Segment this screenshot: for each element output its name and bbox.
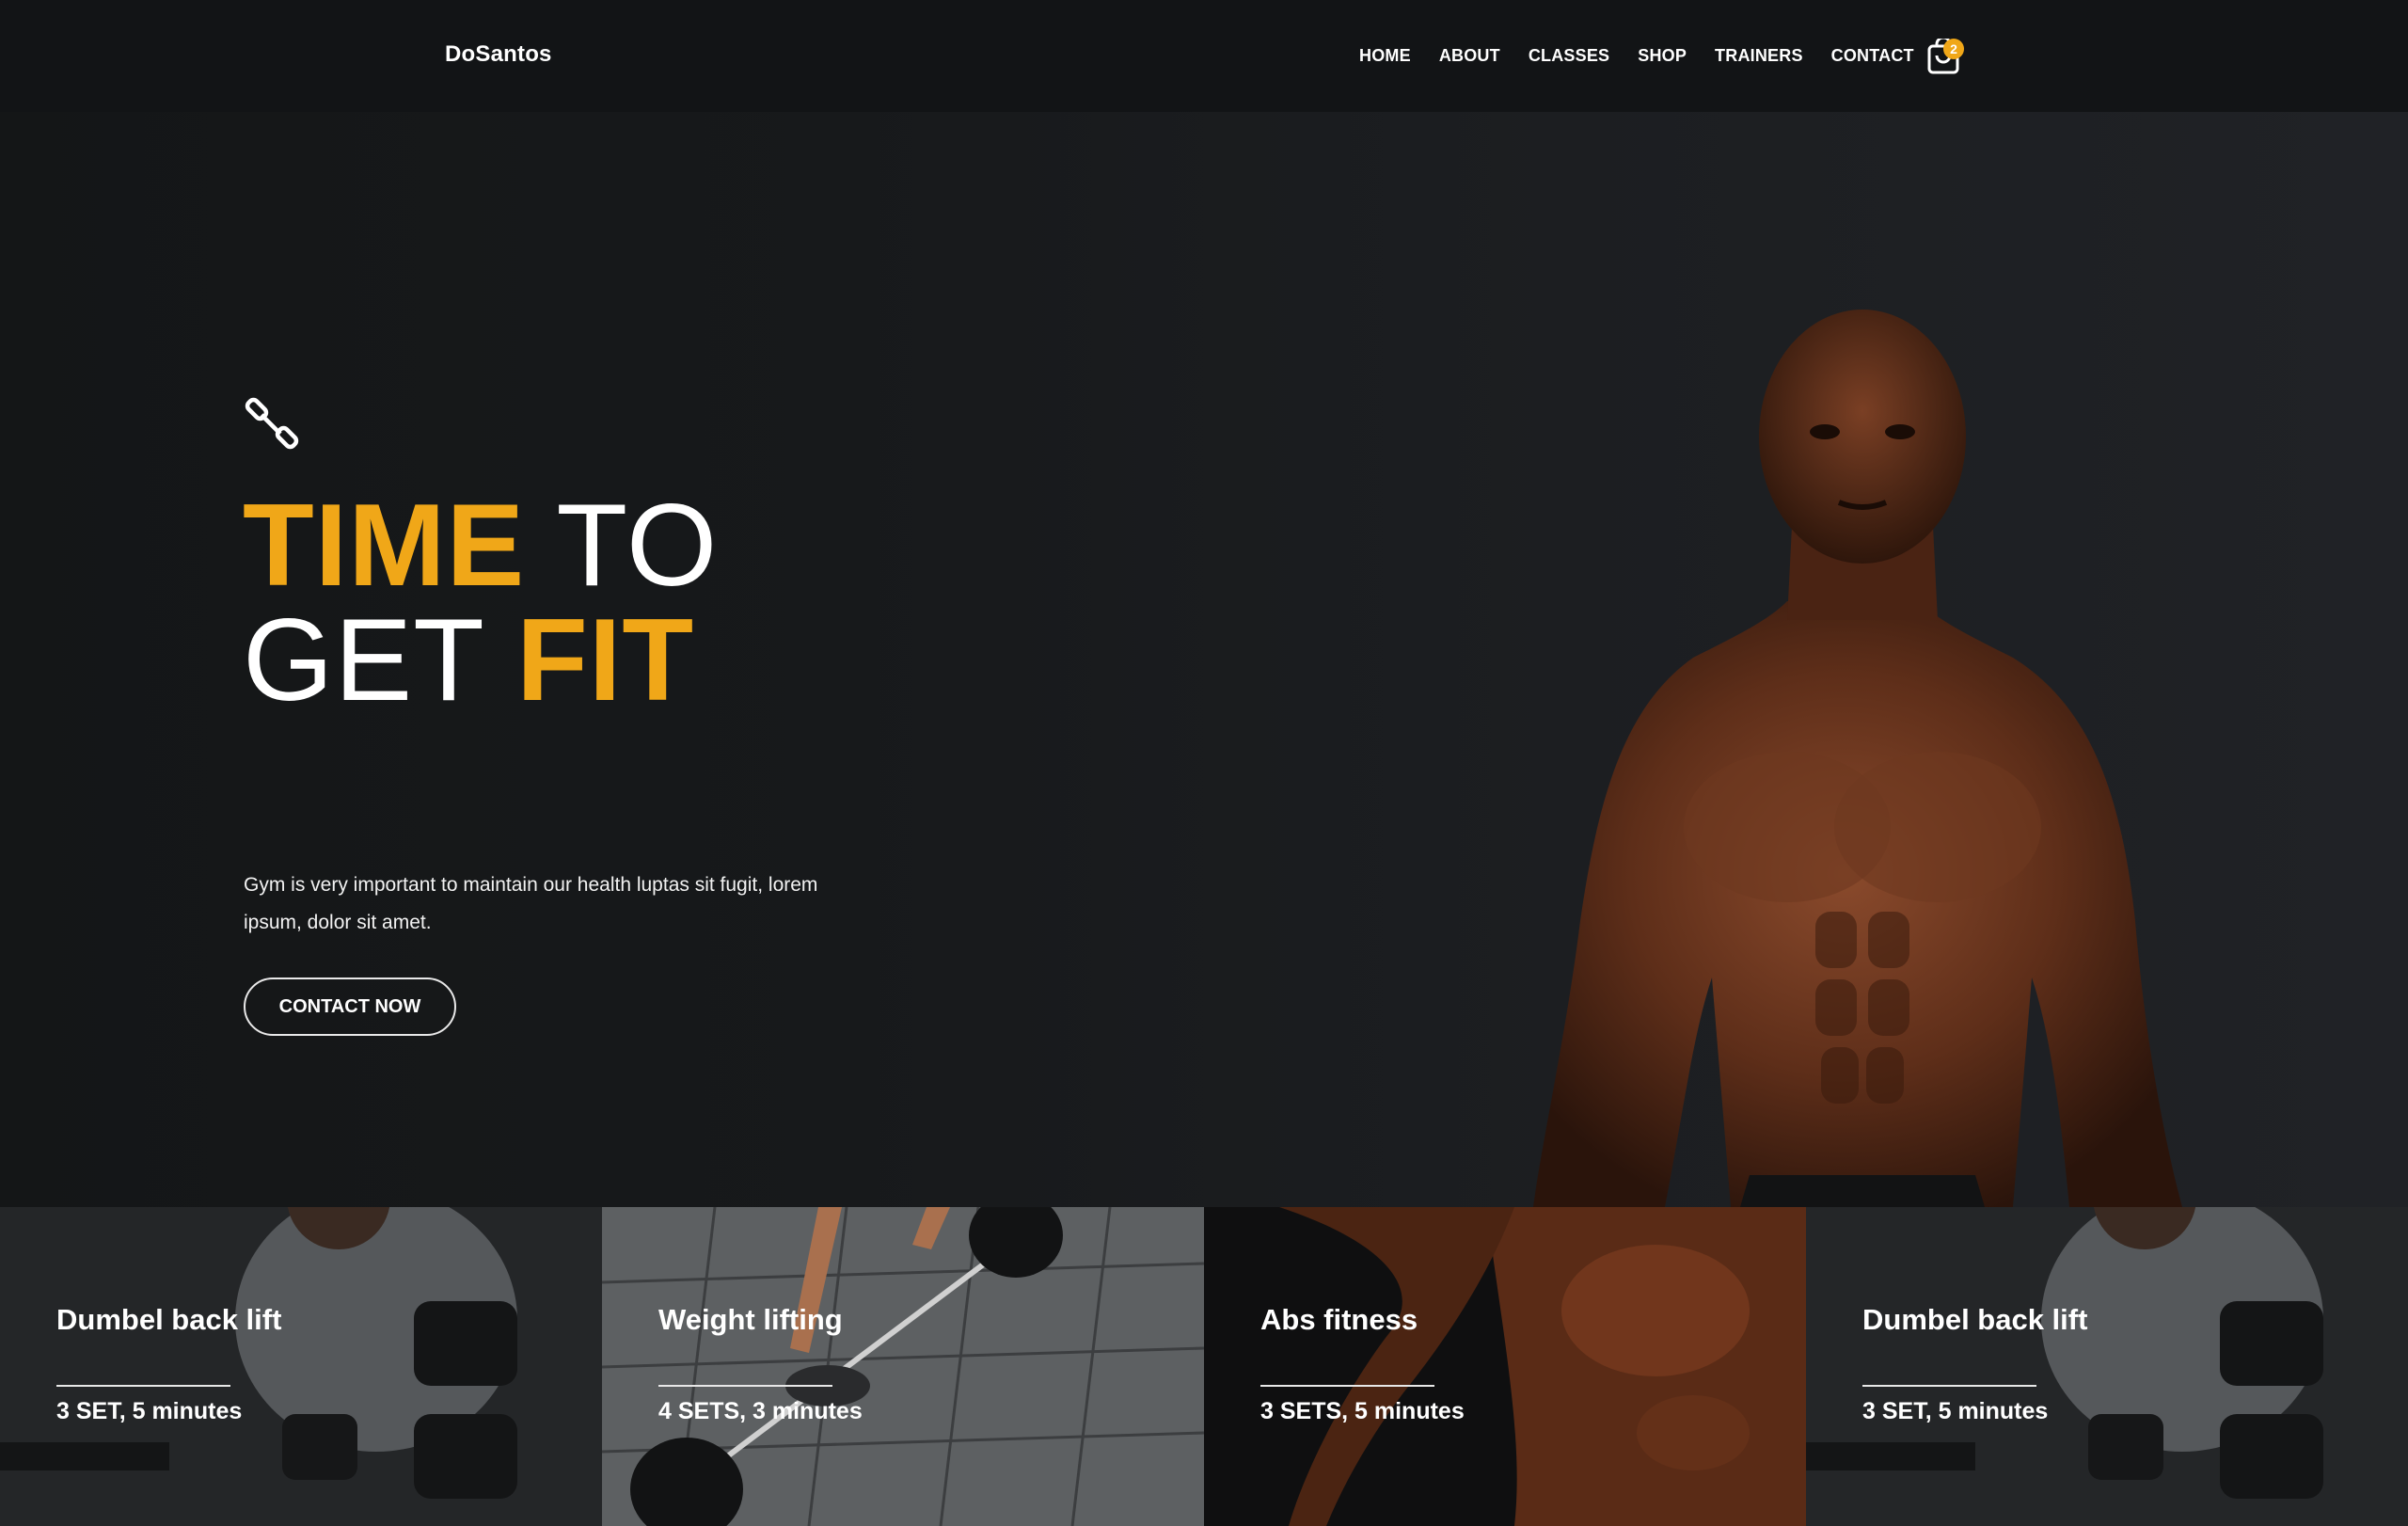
nav-trainers[interactable]: TRAINERS <box>1715 46 1803 66</box>
workout-card[interactable]: Abs fitness 3 SETS, 5 minutes <box>1204 1207 1806 1526</box>
workout-card[interactable]: Dumbel back lift 3 SET, 5 minutes <box>0 1207 602 1526</box>
workout-cards: Dumbel back lift 3 SET, 5 minutes Weight… <box>0 1207 2408 1526</box>
hero-headline: TIME TO GET FIT <box>243 487 718 719</box>
nav-shop[interactable]: SHOP <box>1638 46 1687 66</box>
cart-count-badge: 2 <box>1943 39 1964 59</box>
page: DoSantos HOME ABOUT CLASSES SHOP TRAINER… <box>0 0 2408 1526</box>
nav-about[interactable]: ABOUT <box>1439 46 1500 66</box>
dumbbell-icon <box>245 397 299 450</box>
card-divider <box>658 1385 832 1387</box>
brand-logo[interactable]: DoSantos <box>445 41 552 68</box>
workout-card[interactable]: Weight lifting 4 SETS, 3 minutes <box>602 1207 1204 1526</box>
nav-home[interactable]: HOME <box>1359 46 1411 66</box>
card-divider <box>1862 1385 2036 1387</box>
card-title: Weight lifting <box>658 1303 843 1336</box>
card-title: Abs fitness <box>1260 1303 1418 1336</box>
card-meta: 3 SETS, 5 minutes <box>1260 1398 1465 1424</box>
card-meta: 3 SET, 5 minutes <box>56 1398 243 1424</box>
main-nav: HOME ABOUT CLASSES SHOP TRAINERS CONTACT <box>1359 46 1942 66</box>
nav-classes[interactable]: CLASSES <box>1529 46 1609 66</box>
athlete-photo <box>1533 310 2182 1207</box>
card-photo-abs <box>1204 1207 1806 1526</box>
nav-contact[interactable]: CONTACT <box>1831 46 1914 66</box>
site-header: DoSantos HOME ABOUT CLASSES SHOP TRAINER… <box>0 0 2408 112</box>
headline-word-to: TO <box>525 481 719 611</box>
card-divider <box>56 1385 230 1387</box>
card-title: Dumbel back lift <box>1862 1303 2088 1336</box>
hero-section: TIME TO GET FIT Gym is very important to… <box>0 112 2408 1207</box>
workout-card[interactable]: Dumbel back lift 3 SET, 5 minutes <box>1806 1207 2408 1526</box>
card-photo-dumbbell <box>1806 1207 2408 1526</box>
card-photo-barbell <box>602 1207 1204 1526</box>
hero-description: Gym is very important to maintain our he… <box>244 874 818 933</box>
headline-word-get: GET <box>243 596 517 725</box>
headline-word-fit: FIT <box>516 596 695 725</box>
card-photo-dumbbell <box>0 1207 602 1526</box>
card-meta: 3 SET, 5 minutes <box>1862 1398 2049 1424</box>
card-divider <box>1260 1385 1434 1387</box>
contact-now-button[interactable]: CONTACT NOW <box>244 978 456 1036</box>
card-title: Dumbel back lift <box>56 1303 282 1336</box>
card-meta: 4 SETS, 3 minutes <box>658 1398 863 1424</box>
headline-word-time: TIME <box>243 481 526 611</box>
